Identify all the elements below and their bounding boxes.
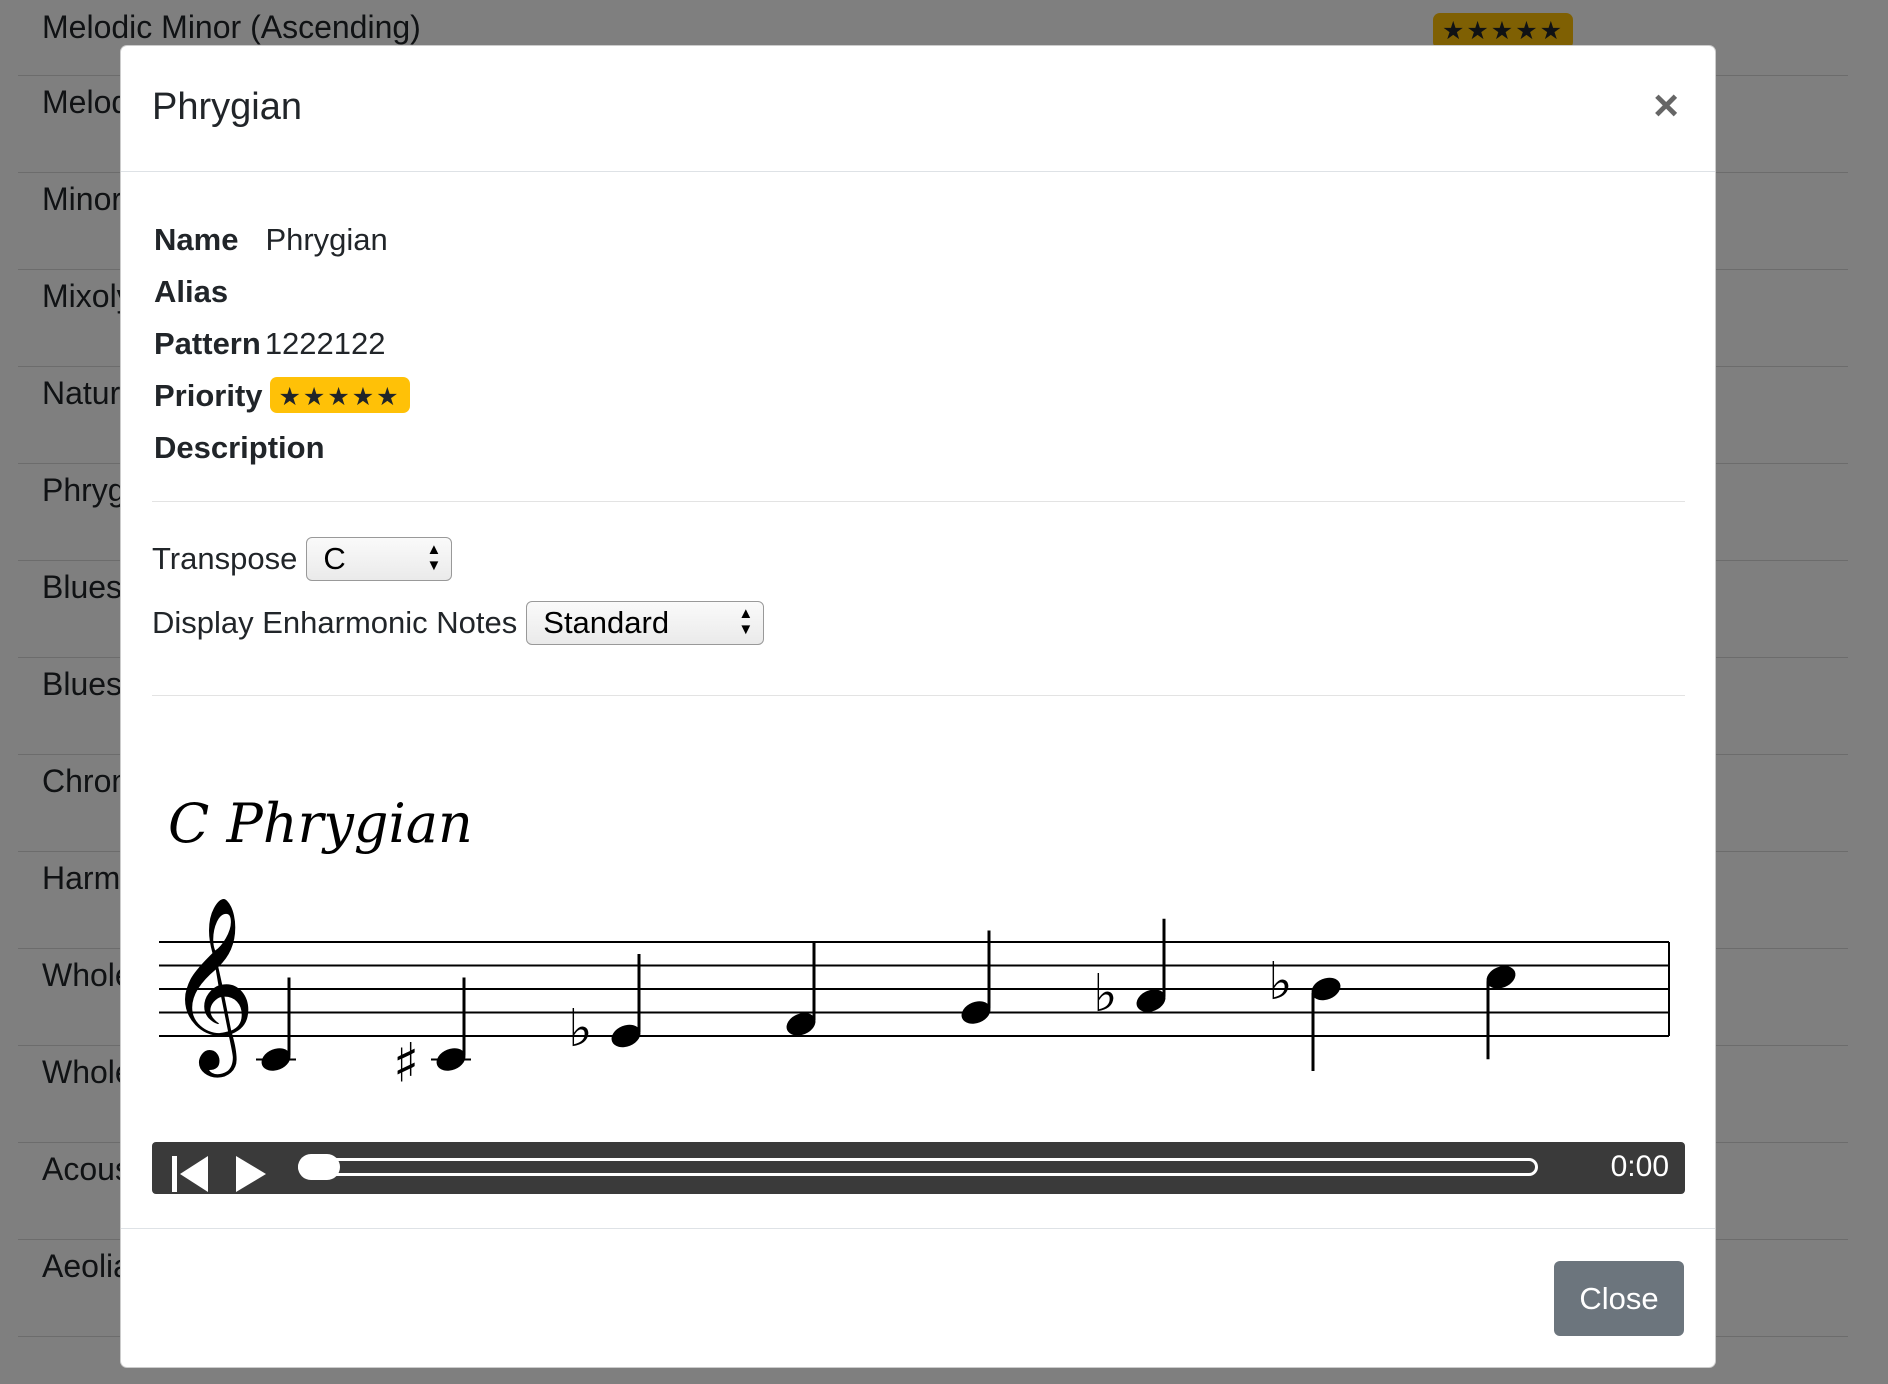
close-icon[interactable]: ×	[1653, 84, 1679, 128]
note	[1486, 966, 1516, 1060]
skip-back-icon[interactable]	[172, 1156, 208, 1194]
close-button[interactable]: Close	[1554, 1261, 1684, 1336]
modal-header: Phrygian ×	[121, 46, 1715, 172]
time-display: 0:00	[1610, 1150, 1669, 1183]
transpose-label: Transpose	[152, 541, 298, 576]
transpose-select[interactable]: C ▲ ▼	[306, 537, 453, 581]
name-label: Name	[154, 222, 239, 257]
enharmonic-value: Standard	[543, 605, 670, 640]
select-arrows-icon: ▲ ▼	[738, 605, 754, 638]
staff	[159, 941, 1670, 1037]
modal-footer-divider	[121, 1228, 1715, 1229]
note	[256, 977, 296, 1071]
flat-icon: ♭	[568, 999, 593, 1059]
pattern-field: Pattern 1222122	[154, 326, 386, 362]
note	[786, 942, 816, 1036]
transpose-value: C	[323, 541, 346, 576]
description-field: Description	[154, 430, 325, 466]
treble-clef-icon: 𝄞	[167, 896, 256, 1078]
note	[961, 930, 991, 1024]
select-arrows-icon: ▲ ▼	[426, 541, 442, 574]
pattern-value: 1222122	[264, 326, 386, 361]
divider	[152, 695, 1685, 696]
name-value: Phrygian	[265, 222, 388, 257]
priority-label: Priority	[154, 378, 263, 413]
divider	[152, 501, 1685, 502]
alias-label: Alias	[154, 274, 229, 309]
flat-icon: ♭	[1268, 952, 1293, 1012]
note: ♭	[1093, 918, 1166, 1024]
progress-track[interactable]	[298, 1158, 1538, 1176]
priority-field: Priority ★★★★★	[154, 376, 410, 416]
priority-badge: ★★★★★	[269, 376, 410, 413]
audio-player: 0:00	[152, 1142, 1685, 1194]
enharmonic-select[interactable]: Standard ▲ ▼	[526, 601, 765, 645]
progress-thumb[interactable]	[298, 1154, 340, 1180]
description-label: Description	[154, 430, 325, 465]
name-field: Name Phrygian	[154, 222, 388, 258]
modal-title: Phrygian	[152, 86, 302, 128]
flat-icon: ♭	[1093, 964, 1118, 1024]
scale-detail-modal: Phrygian × Name Phrygian Alias Pattern 122…	[120, 45, 1716, 1368]
enharmonic-control: Display Enharmonic Notes Standard ▲ ▼	[152, 601, 765, 645]
pattern-label: Pattern	[154, 326, 261, 361]
enharmonic-label: Display Enharmonic Notes	[152, 605, 518, 640]
transpose-control: Transpose C ▲ ▼	[152, 537, 453, 581]
music-score: 𝄞 ♯ ♭ ♭ ♭	[159, 896, 1670, 1095]
play-icon[interactable]	[236, 1156, 268, 1194]
note: ♭	[568, 954, 641, 1059]
star-icons: ★★★★★	[278, 382, 401, 411]
alias-field: Alias	[154, 274, 228, 310]
notes: ♯ ♭ ♭ ♭	[256, 918, 1516, 1095]
sharp-icon: ♯	[393, 1032, 419, 1095]
